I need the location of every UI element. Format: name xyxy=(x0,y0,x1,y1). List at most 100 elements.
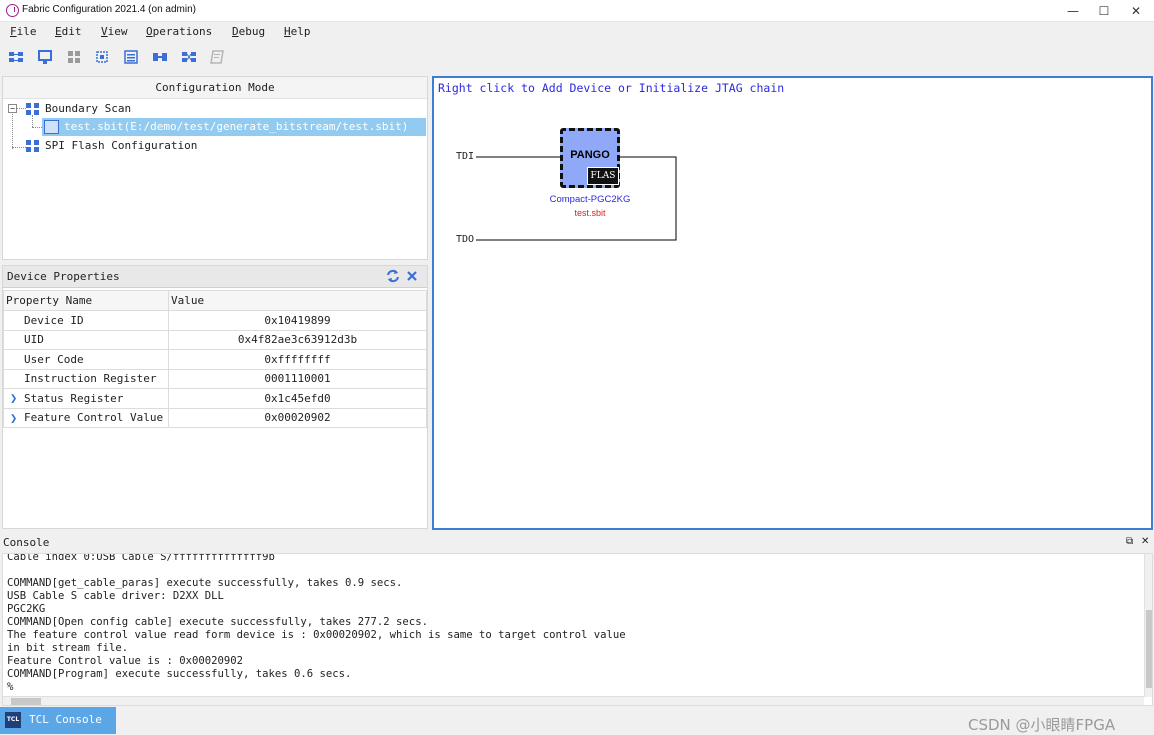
menu-operations-label: perations xyxy=(152,25,213,38)
tree-collapse-toggle[interactable]: − xyxy=(8,104,17,113)
chain-icon[interactable] xyxy=(8,49,24,65)
property-value: 0x4f82ae3c63912d3b xyxy=(168,329,427,350)
list-icon[interactable] xyxy=(123,49,139,65)
property-value: 0x00020902 xyxy=(168,407,427,428)
console-horizontal-scrollbar[interactable] xyxy=(3,696,1144,705)
jtag-wiring xyxy=(476,156,677,241)
tcl-console-label: TCL Console xyxy=(29,713,102,726)
console-line: The feature control value read form devi… xyxy=(7,629,626,641)
tree-connector xyxy=(32,115,33,127)
console-line: USB Cable S cable driver: D2XX DLL xyxy=(7,590,224,602)
connect-icon[interactable] xyxy=(152,49,168,65)
console-prompt: % xyxy=(7,681,14,693)
console-line: Cable index 0:USB Cable S/ffffffffffffff… xyxy=(7,553,275,563)
chevron-right-icon[interactable]: ❯ xyxy=(10,391,17,405)
close-properties-icon[interactable] xyxy=(405,269,419,283)
menu-help[interactable]: Help xyxy=(284,25,311,38)
device-file-label: test.sbit xyxy=(574,208,606,218)
tree-item-spi-flash[interactable]: SPI Flash Configuration xyxy=(45,139,197,152)
chevron-right-icon[interactable]: ❯ xyxy=(10,411,17,425)
tree-item-bitstream-label: test.sbit(E:/demo/test/generate_bitstrea… xyxy=(64,120,409,133)
toolbar xyxy=(0,44,1154,72)
bottom-tab-bar: TCL TCL Console CSDN @小眼睛FPGA xyxy=(0,707,1154,735)
spi-flash-icon xyxy=(25,139,41,153)
property-name: Instruction Register xyxy=(3,368,169,389)
console-line: in bit stream file. xyxy=(7,642,129,654)
window-title: Fabric Configuration 2021.4 (on admin) xyxy=(22,4,196,15)
menu-edit-label: dit xyxy=(61,25,82,38)
table-row[interactable]: User Code 0xffffffff xyxy=(3,349,427,370)
grid-icon[interactable] xyxy=(66,49,82,65)
tcl-icon: TCL xyxy=(5,712,21,728)
jtag-chain-canvas[interactable]: Right click to Add Device or Initialize … xyxy=(432,76,1153,530)
menu-debug[interactable]: Debug xyxy=(232,25,265,38)
console-header: Console ⧉ ✕ xyxy=(0,535,1154,553)
property-name: Device ID xyxy=(3,310,169,331)
tab-tcl-console[interactable]: TCL TCL Console xyxy=(0,707,116,734)
fpga-device-chip[interactable]: PANGO FLAS xyxy=(560,128,620,188)
menu-view[interactable]: View xyxy=(101,25,128,38)
console-output[interactable]: Cable index 0:USB Cable S/ffffffffffffff… xyxy=(2,553,1153,706)
console-line: COMMAND[Program] execute successfully, t… xyxy=(7,668,352,680)
title-bar: Fabric Configuration 2021.4 (on admin) —… xyxy=(0,0,1154,22)
table-header-row: Property Name Value xyxy=(3,290,427,311)
bitstream-file-icon xyxy=(44,120,59,134)
table-row[interactable]: UID 0x4f82ae3c63912d3b xyxy=(3,329,427,350)
console-line: COMMAND[Open config cable] execute succe… xyxy=(7,616,428,628)
table-row[interactable]: Device ID 0x10419899 xyxy=(3,310,427,331)
menu-bar: File Edit View Operations Debug Help xyxy=(0,22,1154,42)
menu-debug-mnemonic: D xyxy=(232,25,239,38)
tree-connector xyxy=(12,147,26,148)
tree-connector xyxy=(12,107,13,149)
property-name-label: Status Register xyxy=(24,391,124,405)
tree-item-boundary-scan[interactable]: Boundary Scan xyxy=(45,102,131,115)
console-line: COMMAND[get_cable_paras] execute success… xyxy=(7,577,403,589)
property-value: 0x10419899 xyxy=(168,310,427,331)
tdi-label: TDI xyxy=(456,151,475,162)
disabled-doc-icon xyxy=(209,49,225,65)
watermark: CSDN @小眼睛FPGA xyxy=(968,716,1116,734)
menu-view-mnemonic: V xyxy=(101,25,108,38)
console-line: Feature Control value is : 0x00020902 xyxy=(7,655,243,667)
property-value: 0001110001 xyxy=(168,368,427,389)
properties-table: Property Name Value Device ID 0x10419899… xyxy=(3,290,427,428)
refresh-icon[interactable] xyxy=(386,269,400,283)
console-title: Console xyxy=(3,536,50,549)
chip-brand: PANGO xyxy=(570,149,610,161)
menu-view-label: iew xyxy=(107,25,128,38)
menu-file-label: ile xyxy=(16,25,37,38)
menu-operations[interactable]: Operations xyxy=(146,25,212,38)
menu-operations-mnemonic: O xyxy=(146,25,153,38)
close-console-icon[interactable]: ✕ xyxy=(1141,536,1149,547)
device-icon[interactable] xyxy=(37,49,53,65)
console-vertical-scrollbar[interactable] xyxy=(1144,554,1152,697)
tdo-label: TDO xyxy=(456,234,475,245)
device-name-label: Compact-PGC2KG xyxy=(549,194,631,205)
property-name-label: Feature Control Value xyxy=(24,411,164,425)
boundary-scan-icon xyxy=(25,102,41,116)
device-properties-header: Device Properties xyxy=(3,266,427,288)
menu-file[interactable]: File xyxy=(10,25,37,38)
tree-connector xyxy=(32,127,42,128)
menu-edit[interactable]: Edit xyxy=(55,25,82,38)
configuration-mode-header: Configuration Mode xyxy=(3,77,427,99)
property-name: User Code xyxy=(3,349,169,370)
maximize-button[interactable]: ☐ xyxy=(1088,0,1120,22)
device-properties-title: Device Properties xyxy=(7,270,120,283)
column-header-property-name[interactable]: Property Name xyxy=(3,290,169,311)
table-row[interactable]: ❯ Status Register 0x1c45efd0 xyxy=(3,388,427,409)
table-row[interactable]: Instruction Register 0001110001 xyxy=(3,368,427,389)
table-row[interactable]: ❯ Feature Control Value 0x00020902 xyxy=(3,407,427,428)
program-icon[interactable] xyxy=(181,49,197,65)
scrollbar-thumb[interactable] xyxy=(11,698,41,705)
restore-icon[interactable]: ⧉ xyxy=(1126,536,1133,547)
property-name-expandable: ❯ Feature Control Value xyxy=(3,407,169,428)
close-window-button[interactable]: ✕ xyxy=(1120,0,1152,22)
device-properties-panel: Device Properties Property Name Value De… xyxy=(2,265,428,529)
minimize-button[interactable]: — xyxy=(1057,0,1089,22)
chip-icon[interactable] xyxy=(94,49,110,65)
column-header-value[interactable]: Value xyxy=(168,290,427,311)
property-value: 0x1c45efd0 xyxy=(168,388,427,409)
scrollbar-thumb[interactable] xyxy=(1146,610,1152,688)
app-logo-icon xyxy=(6,4,19,17)
